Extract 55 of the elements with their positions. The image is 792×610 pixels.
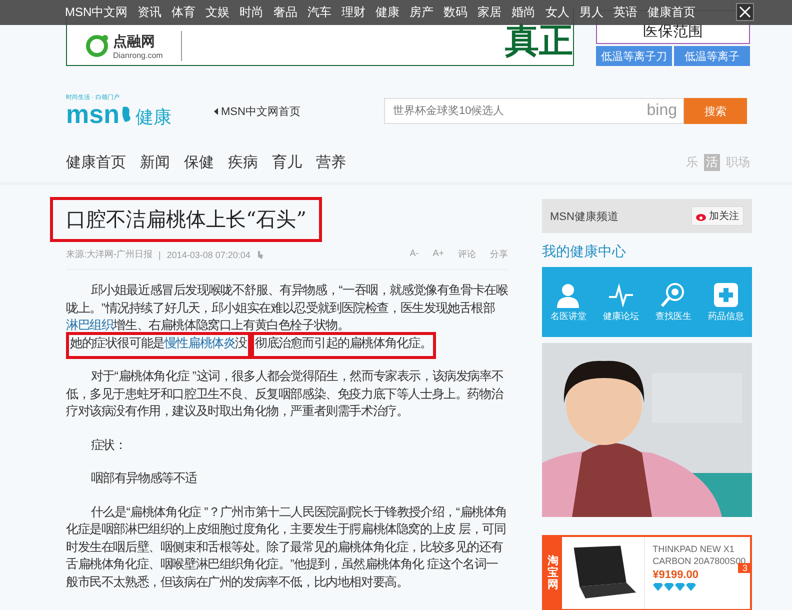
article-paragraph: 咽部有异物感等不适 xyxy=(90,470,198,487)
top-nav-link[interactable]: 数码 xyxy=(444,4,468,21)
brand-domain: Dianrong.com xyxy=(113,50,163,60)
nav-link[interactable]: 新闻 xyxy=(140,152,170,172)
brand-logo-icon xyxy=(85,34,109,58)
top-nav-link[interactable]: 家居 xyxy=(478,4,502,21)
article-title: 口腔不洁扁桃体上长“石头” xyxy=(66,206,306,233)
channel-logo: 健康 xyxy=(135,106,172,129)
nav-link[interactable]: 育儿 xyxy=(272,152,302,172)
pulse-icon xyxy=(608,282,634,308)
nav-link[interactable]: 健康首页 xyxy=(66,152,126,172)
nav-link[interactable]: 营养 xyxy=(316,152,346,172)
channel-name: MSN健康频道 xyxy=(550,210,618,224)
home-link-text[interactable]: MSN中文网首页 xyxy=(221,104,300,118)
product-price: ¥9199.00 xyxy=(652,569,700,581)
bing-logo: bing xyxy=(646,102,677,120)
home-link[interactable]: MSN中文网首页 xyxy=(214,104,374,118)
top-nav-link[interactable]: 女人 xyxy=(546,4,570,21)
top-nav-link[interactable]: 资讯 xyxy=(138,4,162,21)
top-nav-link[interactable]: 奢品 xyxy=(274,4,298,21)
top-nav-link[interactable]: 时尚 xyxy=(240,4,264,21)
close-button[interactable] xyxy=(736,3,754,21)
article-source: 来源:大洋网-广州日报 xyxy=(66,248,152,261)
follow-button[interactable]: 加关注 xyxy=(691,206,744,226)
top-nav-link[interactable]: 汽车 xyxy=(308,4,332,21)
page-badge: 3 xyxy=(738,563,752,573)
top-nav-link[interactable]: 健康 xyxy=(376,4,400,21)
article-paragraph: 症状： xyxy=(90,436,128,454)
highlight-frame: 她的症状很可能是慢性扁桃体炎没 xyxy=(66,332,252,358)
magnifier-icon xyxy=(660,282,686,308)
top-nav-link[interactable]: MSN中文网 xyxy=(65,4,128,21)
article-link[interactable]: 慢性扁桃体炎 xyxy=(164,336,236,350)
nav-link[interactable]: 疾病 xyxy=(228,152,258,172)
top-nav-link[interactable]: 体育 xyxy=(172,4,196,21)
separator: | xyxy=(158,250,161,260)
top-nav-link[interactable]: 婚尚 xyxy=(512,4,536,21)
weibo-icon xyxy=(696,212,707,220)
caret-icon xyxy=(214,108,218,114)
shop-brand: 淘宝网 xyxy=(544,537,562,609)
product-name: THINKPAD NEW X1 CARBON 20A7800S00 xyxy=(652,543,746,566)
msn-logo: msn xyxy=(66,102,120,126)
section-title: 我的健康中心 xyxy=(542,243,627,261)
highlight-frame: 彻底治愈而引起的扁桃体角化症。 xyxy=(251,332,436,358)
article-link[interactable]: 淋巴组织 xyxy=(66,318,114,332)
article-date: 2014-03-08 07:20:04 xyxy=(166,250,250,260)
article-paragraph: 什么是“扁桃体角化症 ”？广州市第十二人民医院副院长于锋教授介绍，“扁桃体角化症是咽部淋巴组织的上皮细胞过度角化，主要发生于腭扁桃体隐窝的上皮 层，可同时发生在咽后壁、咽侧束和舌根等处。除了最常见的扁桃体角化症，比较多见的还有舌扁桃体角化症、咽喉壁淋巴组织角化症。”他提到，虽然扁桃体角化 症这个名词一般市民不太熟悉，但该病在广州的发病率不低，比内地相对要高。 xyxy=(66,504,508,590)
plus-icon xyxy=(712,282,739,308)
article-paragraph: 对于“扁桃体角化症 ”这词，很多人都会觉得陌生，然而专家表示，该病发病率不低，多见于患蛀牙和口腔卫生不良、反复咽部感染、免疫力底下等人士身上。药物治疗对该病没有作用，建议及时取出角化物，严重者则需手术治疗。 xyxy=(66,368,504,420)
brand-name: 点融网 xyxy=(113,32,156,50)
ad-headline: 真正 xyxy=(505,21,573,61)
top-nav-link[interactable]: 理财 xyxy=(342,4,366,21)
doctor-icon xyxy=(555,282,582,308)
nav-link[interactable]: 保健 xyxy=(184,152,214,172)
top-nav-link[interactable]: 文娱 xyxy=(206,4,230,21)
top-nav-link[interactable]: 房产 xyxy=(410,4,434,21)
